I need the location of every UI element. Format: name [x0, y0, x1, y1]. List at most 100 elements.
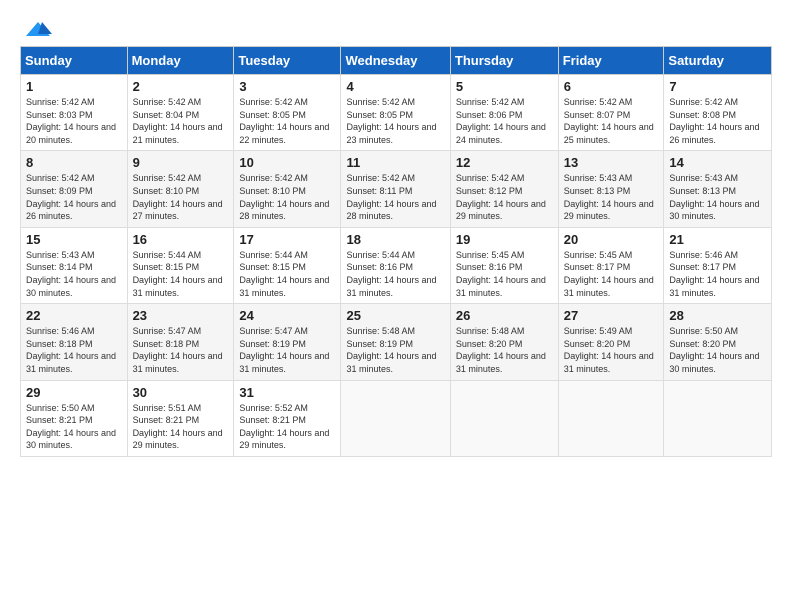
calendar-cell — [450, 380, 558, 456]
calendar-cell: 31 Sunrise: 5:52 AMSunset: 8:21 PMDaylig… — [234, 380, 341, 456]
day-number: 5 — [456, 79, 553, 94]
day-info: Sunrise: 5:43 AMSunset: 8:13 PMDaylight:… — [669, 173, 759, 221]
day-number: 30 — [133, 385, 229, 400]
day-number: 21 — [669, 232, 766, 247]
calendar-header-row: SundayMondayTuesdayWednesdayThursdayFrid… — [21, 47, 772, 75]
day-info: Sunrise: 5:50 AMSunset: 8:20 PMDaylight:… — [669, 326, 759, 374]
day-number: 15 — [26, 232, 122, 247]
day-number: 7 — [669, 79, 766, 94]
day-number: 12 — [456, 155, 553, 170]
calendar-cell: 12 Sunrise: 5:42 AMSunset: 8:12 PMDaylig… — [450, 151, 558, 227]
calendar-cell: 3 Sunrise: 5:42 AMSunset: 8:05 PMDayligh… — [234, 75, 341, 151]
day-info: Sunrise: 5:52 AMSunset: 8:21 PMDaylight:… — [239, 403, 329, 451]
calendar-cell: 6 Sunrise: 5:42 AMSunset: 8:07 PMDayligh… — [558, 75, 664, 151]
calendar-cell: 27 Sunrise: 5:49 AMSunset: 8:20 PMDaylig… — [558, 304, 664, 380]
calendar-cell — [664, 380, 772, 456]
calendar-cell: 22 Sunrise: 5:46 AMSunset: 8:18 PMDaylig… — [21, 304, 128, 380]
day-info: Sunrise: 5:45 AMSunset: 8:17 PMDaylight:… — [564, 250, 654, 298]
day-number: 3 — [239, 79, 335, 94]
calendar-cell: 11 Sunrise: 5:42 AMSunset: 8:11 PMDaylig… — [341, 151, 450, 227]
calendar-cell: 9 Sunrise: 5:42 AMSunset: 8:10 PMDayligh… — [127, 151, 234, 227]
calendar-cell: 20 Sunrise: 5:45 AMSunset: 8:17 PMDaylig… — [558, 227, 664, 303]
day-number: 4 — [346, 79, 444, 94]
day-number: 25 — [346, 308, 444, 323]
calendar-cell: 18 Sunrise: 5:44 AMSunset: 8:16 PMDaylig… — [341, 227, 450, 303]
calendar-cell: 13 Sunrise: 5:43 AMSunset: 8:13 PMDaylig… — [558, 151, 664, 227]
calendar-week-row: 22 Sunrise: 5:46 AMSunset: 8:18 PMDaylig… — [21, 304, 772, 380]
calendar-cell: 14 Sunrise: 5:43 AMSunset: 8:13 PMDaylig… — [664, 151, 772, 227]
day-number: 16 — [133, 232, 229, 247]
day-info: Sunrise: 5:43 AMSunset: 8:14 PMDaylight:… — [26, 250, 116, 298]
day-info: Sunrise: 5:42 AMSunset: 8:11 PMDaylight:… — [346, 173, 436, 221]
day-info: Sunrise: 5:42 AMSunset: 8:05 PMDaylight:… — [346, 97, 436, 145]
calendar-table: SundayMondayTuesdayWednesdayThursdayFrid… — [20, 46, 772, 457]
day-header-thursday: Thursday — [450, 47, 558, 75]
day-number: 10 — [239, 155, 335, 170]
day-info: Sunrise: 5:42 AMSunset: 8:05 PMDaylight:… — [239, 97, 329, 145]
calendar-cell — [341, 380, 450, 456]
day-number: 22 — [26, 308, 122, 323]
day-info: Sunrise: 5:48 AMSunset: 8:20 PMDaylight:… — [456, 326, 546, 374]
day-number: 29 — [26, 385, 122, 400]
day-info: Sunrise: 5:42 AMSunset: 8:04 PMDaylight:… — [133, 97, 223, 145]
day-info: Sunrise: 5:43 AMSunset: 8:13 PMDaylight:… — [564, 173, 654, 221]
day-info: Sunrise: 5:48 AMSunset: 8:19 PMDaylight:… — [346, 326, 436, 374]
day-info: Sunrise: 5:42 AMSunset: 8:10 PMDaylight:… — [239, 173, 329, 221]
day-info: Sunrise: 5:51 AMSunset: 8:21 PMDaylight:… — [133, 403, 223, 451]
calendar-cell: 29 Sunrise: 5:50 AMSunset: 8:21 PMDaylig… — [21, 380, 128, 456]
logo — [20, 20, 52, 38]
day-number: 28 — [669, 308, 766, 323]
day-info: Sunrise: 5:42 AMSunset: 8:09 PMDaylight:… — [26, 173, 116, 221]
day-number: 2 — [133, 79, 229, 94]
calendar-cell: 10 Sunrise: 5:42 AMSunset: 8:10 PMDaylig… — [234, 151, 341, 227]
calendar-week-row: 29 Sunrise: 5:50 AMSunset: 8:21 PMDaylig… — [21, 380, 772, 456]
day-header-monday: Monday — [127, 47, 234, 75]
day-info: Sunrise: 5:49 AMSunset: 8:20 PMDaylight:… — [564, 326, 654, 374]
day-header-friday: Friday — [558, 47, 664, 75]
calendar-cell: 30 Sunrise: 5:51 AMSunset: 8:21 PMDaylig… — [127, 380, 234, 456]
calendar-cell: 7 Sunrise: 5:42 AMSunset: 8:08 PMDayligh… — [664, 75, 772, 151]
calendar-week-row: 1 Sunrise: 5:42 AMSunset: 8:03 PMDayligh… — [21, 75, 772, 151]
day-number: 19 — [456, 232, 553, 247]
day-header-tuesday: Tuesday — [234, 47, 341, 75]
calendar-cell: 21 Sunrise: 5:46 AMSunset: 8:17 PMDaylig… — [664, 227, 772, 303]
page-header — [20, 16, 772, 38]
day-info: Sunrise: 5:50 AMSunset: 8:21 PMDaylight:… — [26, 403, 116, 451]
day-number: 8 — [26, 155, 122, 170]
day-info: Sunrise: 5:42 AMSunset: 8:10 PMDaylight:… — [133, 173, 223, 221]
day-info: Sunrise: 5:42 AMSunset: 8:07 PMDaylight:… — [564, 97, 654, 145]
calendar-cell: 26 Sunrise: 5:48 AMSunset: 8:20 PMDaylig… — [450, 304, 558, 380]
calendar-week-row: 15 Sunrise: 5:43 AMSunset: 8:14 PMDaylig… — [21, 227, 772, 303]
day-info: Sunrise: 5:47 AMSunset: 8:19 PMDaylight:… — [239, 326, 329, 374]
calendar-cell: 19 Sunrise: 5:45 AMSunset: 8:16 PMDaylig… — [450, 227, 558, 303]
day-info: Sunrise: 5:44 AMSunset: 8:15 PMDaylight:… — [133, 250, 223, 298]
day-info: Sunrise: 5:46 AMSunset: 8:18 PMDaylight:… — [26, 326, 116, 374]
day-number: 11 — [346, 155, 444, 170]
day-number: 9 — [133, 155, 229, 170]
calendar-week-row: 8 Sunrise: 5:42 AMSunset: 8:09 PMDayligh… — [21, 151, 772, 227]
day-number: 20 — [564, 232, 659, 247]
calendar-cell: 15 Sunrise: 5:43 AMSunset: 8:14 PMDaylig… — [21, 227, 128, 303]
day-number: 18 — [346, 232, 444, 247]
day-number: 14 — [669, 155, 766, 170]
day-number: 24 — [239, 308, 335, 323]
calendar-cell: 16 Sunrise: 5:44 AMSunset: 8:15 PMDaylig… — [127, 227, 234, 303]
calendar-cell: 25 Sunrise: 5:48 AMSunset: 8:19 PMDaylig… — [341, 304, 450, 380]
day-info: Sunrise: 5:42 AMSunset: 8:03 PMDaylight:… — [26, 97, 116, 145]
day-number: 23 — [133, 308, 229, 323]
day-info: Sunrise: 5:42 AMSunset: 8:06 PMDaylight:… — [456, 97, 546, 145]
calendar-cell: 28 Sunrise: 5:50 AMSunset: 8:20 PMDaylig… — [664, 304, 772, 380]
day-header-wednesday: Wednesday — [341, 47, 450, 75]
calendar-cell: 1 Sunrise: 5:42 AMSunset: 8:03 PMDayligh… — [21, 75, 128, 151]
day-header-saturday: Saturday — [664, 47, 772, 75]
day-info: Sunrise: 5:44 AMSunset: 8:16 PMDaylight:… — [346, 250, 436, 298]
day-number: 26 — [456, 308, 553, 323]
day-info: Sunrise: 5:42 AMSunset: 8:12 PMDaylight:… — [456, 173, 546, 221]
logo-icon — [24, 20, 52, 38]
day-number: 6 — [564, 79, 659, 94]
calendar-cell: 4 Sunrise: 5:42 AMSunset: 8:05 PMDayligh… — [341, 75, 450, 151]
calendar-cell: 24 Sunrise: 5:47 AMSunset: 8:19 PMDaylig… — [234, 304, 341, 380]
calendar-cell: 8 Sunrise: 5:42 AMSunset: 8:09 PMDayligh… — [21, 151, 128, 227]
calendar-cell: 23 Sunrise: 5:47 AMSunset: 8:18 PMDaylig… — [127, 304, 234, 380]
day-number: 31 — [239, 385, 335, 400]
